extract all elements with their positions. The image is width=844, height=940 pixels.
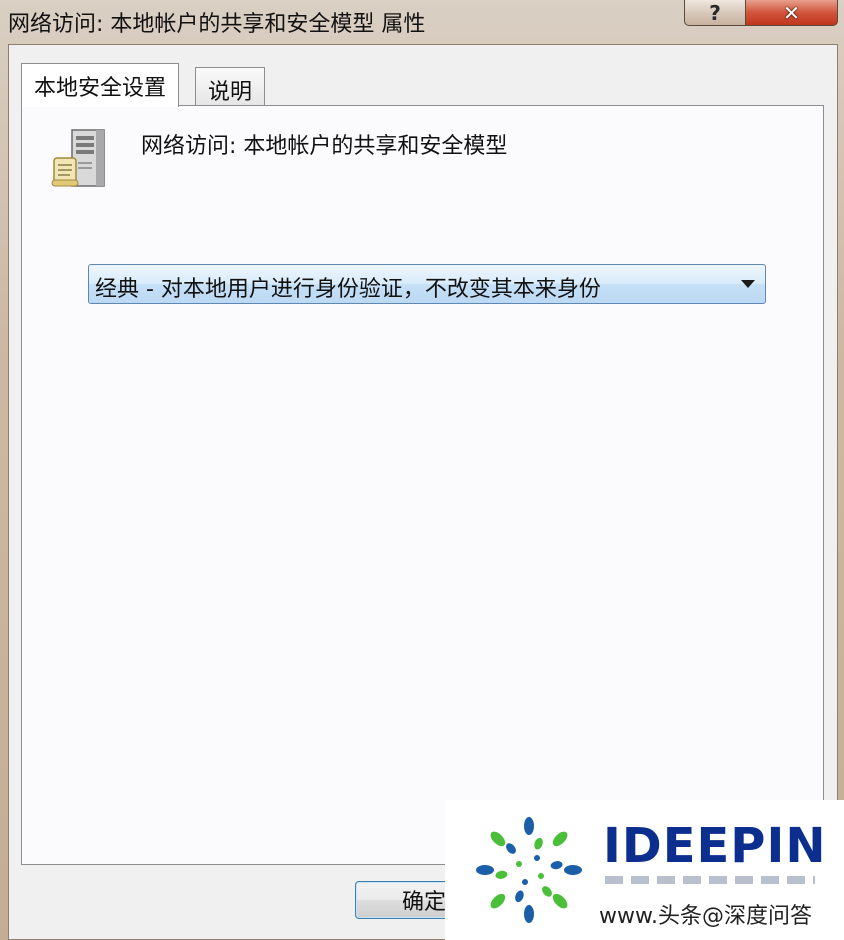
close-icon: ✕ bbox=[783, 0, 800, 25]
dropdown-selected-value: 经典 - 对本地用户进行身份验证，不改变其本来身份 bbox=[95, 277, 601, 302]
close-button[interactable]: ✕ bbox=[746, 0, 838, 26]
caption-buttons: ? ✕ bbox=[684, 0, 838, 26]
title-bar[interactable]: 网络访问: 本地帐户的共享和安全模型 属性 ? ✕ bbox=[0, 0, 844, 44]
watermark-subtitle-strip bbox=[605, 876, 815, 884]
pinwheel-logo-icon bbox=[476, 817, 582, 923]
watermark-brand: IDEEPIN bbox=[603, 818, 827, 874]
help-button[interactable]: ? bbox=[684, 0, 746, 26]
tab-explain[interactable]: 说明 bbox=[195, 67, 266, 105]
window-title: 网络访问: 本地帐户的共享和安全模型 属性 bbox=[8, 12, 426, 37]
help-icon: ? bbox=[709, 0, 721, 25]
sharing-security-model-dropdown[interactable]: 经典 - 对本地用户进行身份验证，不改变其本来身份 bbox=[88, 264, 766, 304]
server-policy-icon bbox=[51, 129, 105, 187]
chevron-down-icon[interactable] bbox=[741, 280, 755, 288]
tab-local-security-setting[interactable]: 本地安全设置 bbox=[21, 63, 180, 107]
policy-title: 网络访问: 本地帐户的共享和安全模型 bbox=[141, 134, 508, 159]
watermark: IDEEPIN www.头条@深度问答 bbox=[445, 800, 844, 940]
watermark-caption: www.头条@深度问答 bbox=[599, 904, 812, 929]
tab-panel: 网络访问: 本地帐户的共享和安全模型 经典 - 对本地用户进行身份验证，不改变其… bbox=[21, 105, 824, 865]
dialog-window: 网络访问: 本地帐户的共享和安全模型 属性 ? ✕ 本地安全设置 说明 网络访问… bbox=[0, 0, 844, 940]
